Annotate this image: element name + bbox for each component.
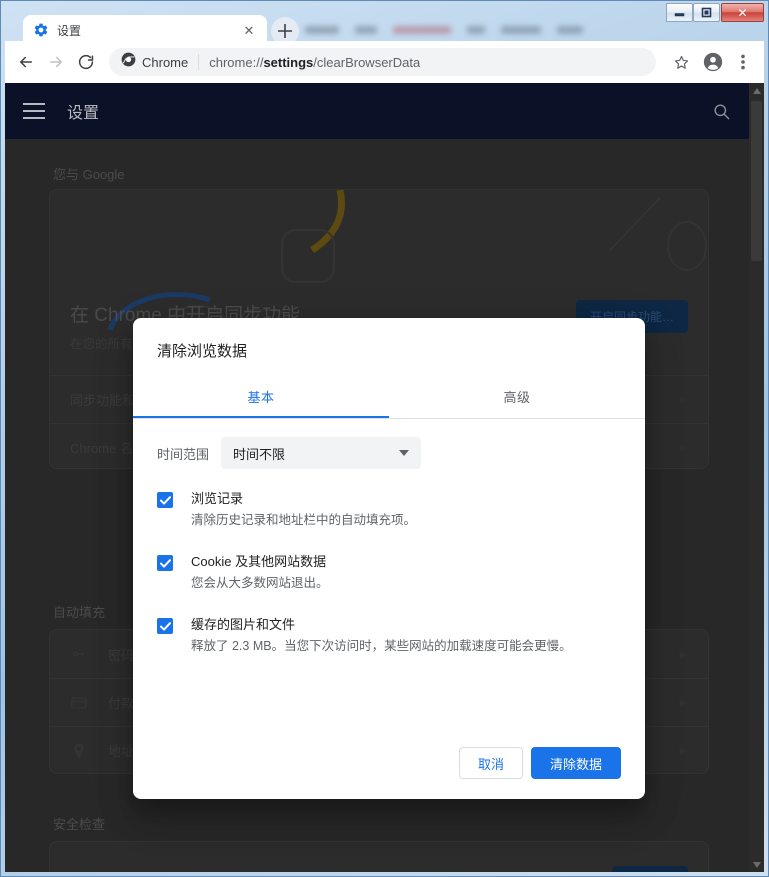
time-range-label: 时间范围	[157, 444, 209, 463]
checkbox-item-cookies[interactable]: Cookie 及其他网站数据 您会从大多数网站退出。	[157, 552, 621, 593]
scrollbar-up-arrow[interactable]	[749, 83, 764, 98]
chevron-right-icon: ▶	[680, 648, 688, 661]
page-title: 设置	[67, 99, 99, 123]
checkbox-texts: 浏览记录 清除历史记录和地址栏中的自动填充项。	[191, 489, 621, 530]
profile-avatar-icon[interactable]	[698, 47, 728, 77]
page-scrollbar[interactable]	[749, 83, 764, 872]
tab-active-indicator	[133, 416, 389, 418]
omnibox-divider	[198, 54, 199, 70]
credit-card-icon	[70, 694, 90, 712]
minimize-button[interactable]	[666, 3, 693, 22]
settings-topbar: 设置	[5, 83, 749, 139]
section-title-autofill: 自动填充	[49, 602, 105, 621]
chrome-site-chip: Chrome	[121, 52, 188, 72]
checkbox-cached-images[interactable]	[157, 618, 173, 634]
clear-browsing-data-dialog: 清除浏览数据 基本 高级 时间范围 时间不限	[133, 318, 645, 799]
browser-window: ✕ 设置 ✕	[0, 0, 769, 877]
scrollbar-down-arrow[interactable]	[749, 857, 764, 872]
forward-arrow-icon	[41, 47, 71, 77]
url-suffix: /clearBrowserData	[313, 55, 420, 70]
location-pin-icon	[70, 742, 90, 760]
chrome-logo-icon	[121, 52, 136, 72]
tab-basic[interactable]: 基本	[133, 375, 389, 418]
checkbox-description: 您会从大多数网站退出。	[191, 573, 621, 593]
tab-advanced[interactable]: 高级	[389, 375, 645, 418]
checkbox-title: 缓存的图片和文件	[191, 615, 621, 635]
address-bar[interactable]: Chrome chrome://settings/clearBrowserDat…	[109, 48, 656, 76]
checkbox-cookies[interactable]	[157, 555, 173, 571]
url-prefix: chrome://	[209, 55, 263, 70]
checkbox-title: 浏览记录	[191, 489, 621, 509]
clear-data-button[interactable]: 清除数据	[531, 747, 621, 779]
chevron-right-icon: ▶	[680, 393, 688, 406]
dialog-tabs: 基本 高级	[133, 375, 645, 419]
url-text: chrome://settings/clearBrowserData	[209, 55, 420, 70]
scrollbar-thumb[interactable]	[751, 101, 762, 261]
window-controls: ✕	[666, 3, 764, 22]
checkbox-description: 释放了 2.3 MB。当您下次访问时，某些网站的加载速度可能会更慢。	[191, 636, 621, 656]
dialog-title: 清除浏览数据	[133, 318, 645, 375]
checkbox-title: Cookie 及其他网站数据	[191, 552, 621, 572]
page-viewport: 设置 您与 Google	[5, 83, 764, 872]
maximize-button[interactable]	[693, 3, 720, 22]
url-highlight: settings	[263, 55, 313, 70]
check-now-button[interactable]: 立即检查	[612, 866, 688, 873]
reload-icon[interactable]	[71, 47, 101, 77]
bookmark-star-icon[interactable]	[666, 47, 696, 77]
tab-title: 设置	[57, 22, 241, 39]
key-icon	[70, 645, 90, 663]
cancel-button[interactable]: 取消	[459, 747, 523, 779]
tab-close-icon[interactable]: ✕	[241, 22, 257, 38]
site-chip-label: Chrome	[142, 55, 188, 70]
time-range-select[interactable]: 时间不限	[221, 437, 421, 469]
section-title-safety-check: 安全检查	[49, 814, 105, 833]
three-dot-menu-icon[interactable]	[728, 47, 758, 77]
browser-toolbar: Chrome chrome://settings/clearBrowserDat…	[5, 41, 764, 83]
tab-strip: 设置 ✕	[5, 5, 648, 41]
time-range-value: 时间不限	[233, 444, 399, 463]
hamburger-menu-icon[interactable]	[23, 103, 45, 119]
row-safety-check: Chrome 有助于保护您免受数据泄露、不良扩展程序等问题的影响 立即检查	[50, 842, 708, 872]
section-title-you-and-google: 您与 Google	[49, 164, 125, 183]
checkbox-texts: Cookie 及其他网站数据 您会从大多数网站退出。	[191, 552, 621, 593]
settings-gear-icon	[33, 22, 49, 38]
checkbox-browsing-history[interactable]	[157, 492, 173, 508]
background-window-ghost	[305, 19, 648, 41]
chevron-down-icon	[399, 450, 409, 456]
card-safety-check: Chrome 有助于保护您免受数据泄露、不良扩展程序等问题的影响 立即检查	[49, 841, 709, 872]
search-icon[interactable]	[712, 102, 731, 121]
checkbox-item-browsing-history[interactable]: 浏览记录 清除历史记录和地址栏中的自动填充项。	[157, 489, 621, 530]
checkbox-description: 清除历史记录和地址栏中的自动填充项。	[191, 510, 621, 530]
back-arrow-icon[interactable]	[11, 47, 41, 77]
chevron-right-icon: ▶	[680, 696, 688, 709]
close-button[interactable]: ✕	[721, 3, 764, 22]
dialog-actions: 取消 清除数据	[133, 747, 645, 799]
checkbox-item-cached-images[interactable]: 缓存的图片和文件 释放了 2.3 MB。当您下次访问时，某些网站的加载速度可能会…	[157, 615, 621, 656]
chevron-right-icon: ▶	[680, 744, 688, 757]
dialog-content: 时间范围 时间不限 浏览记录 清除历史记录和地址栏中的自动填充项。	[133, 419, 645, 747]
checkbox-texts: 缓存的图片和文件 释放了 2.3 MB。当您下次访问时，某些网站的加载速度可能会…	[191, 615, 621, 656]
time-range-row: 时间范围 时间不限	[157, 437, 621, 469]
close-icon: ✕	[737, 6, 747, 20]
chevron-right-icon: ▶	[680, 441, 688, 454]
